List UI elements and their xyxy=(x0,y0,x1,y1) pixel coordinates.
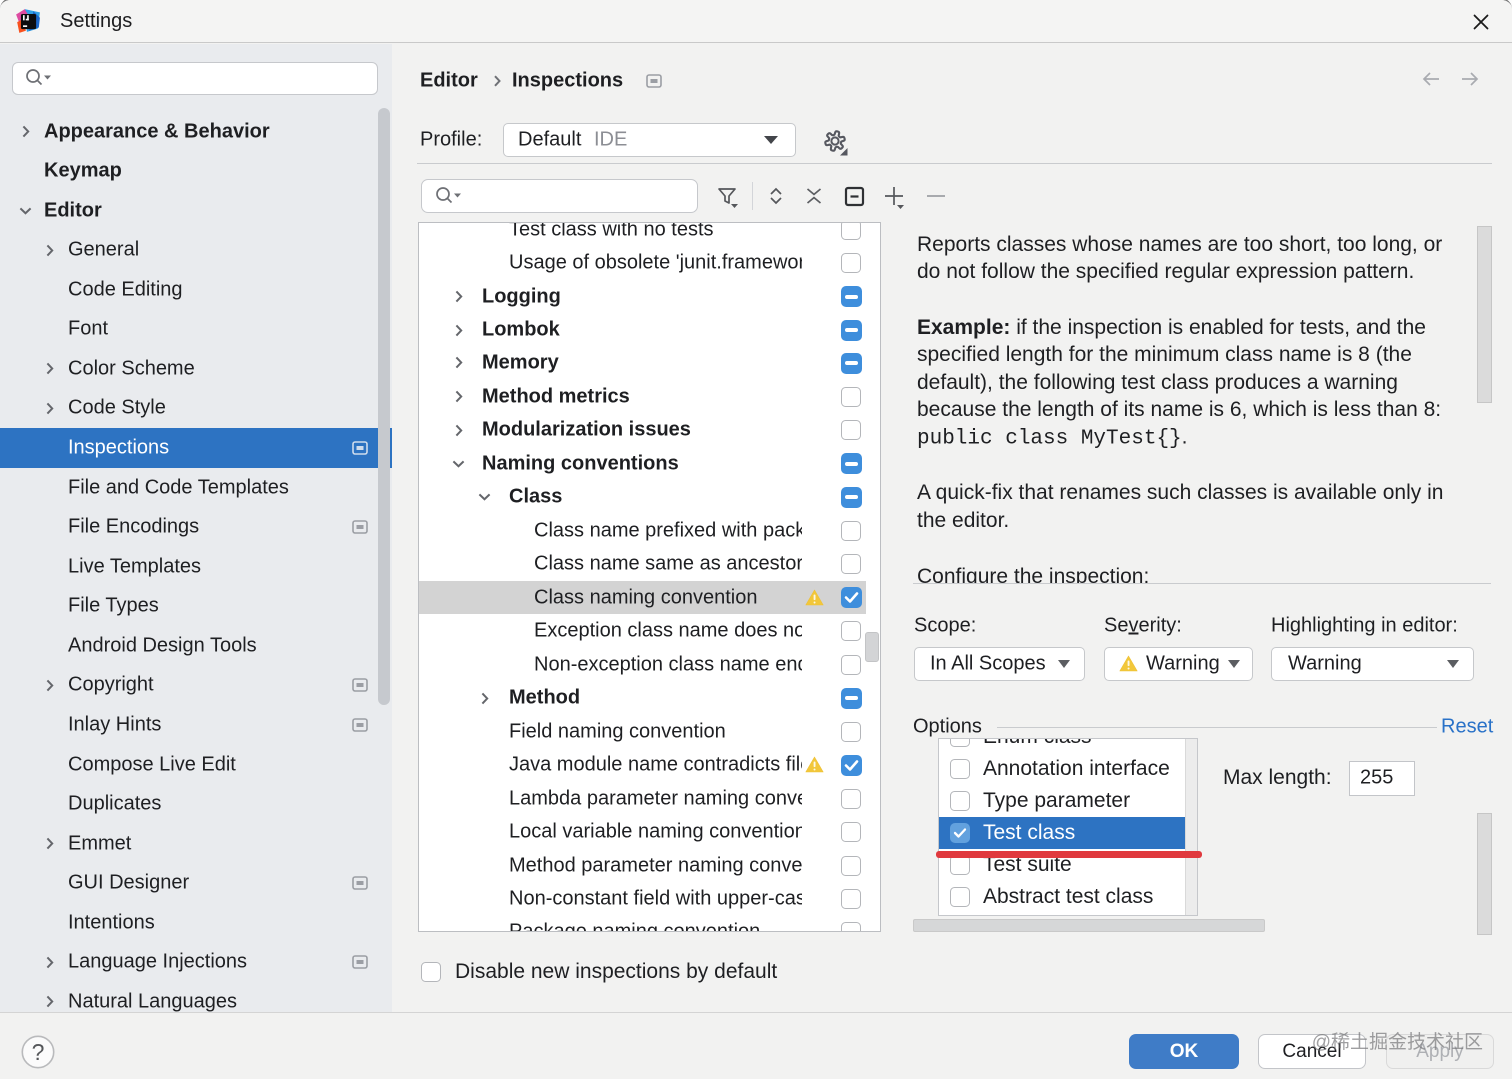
svg-text:?: ? xyxy=(32,1039,45,1065)
